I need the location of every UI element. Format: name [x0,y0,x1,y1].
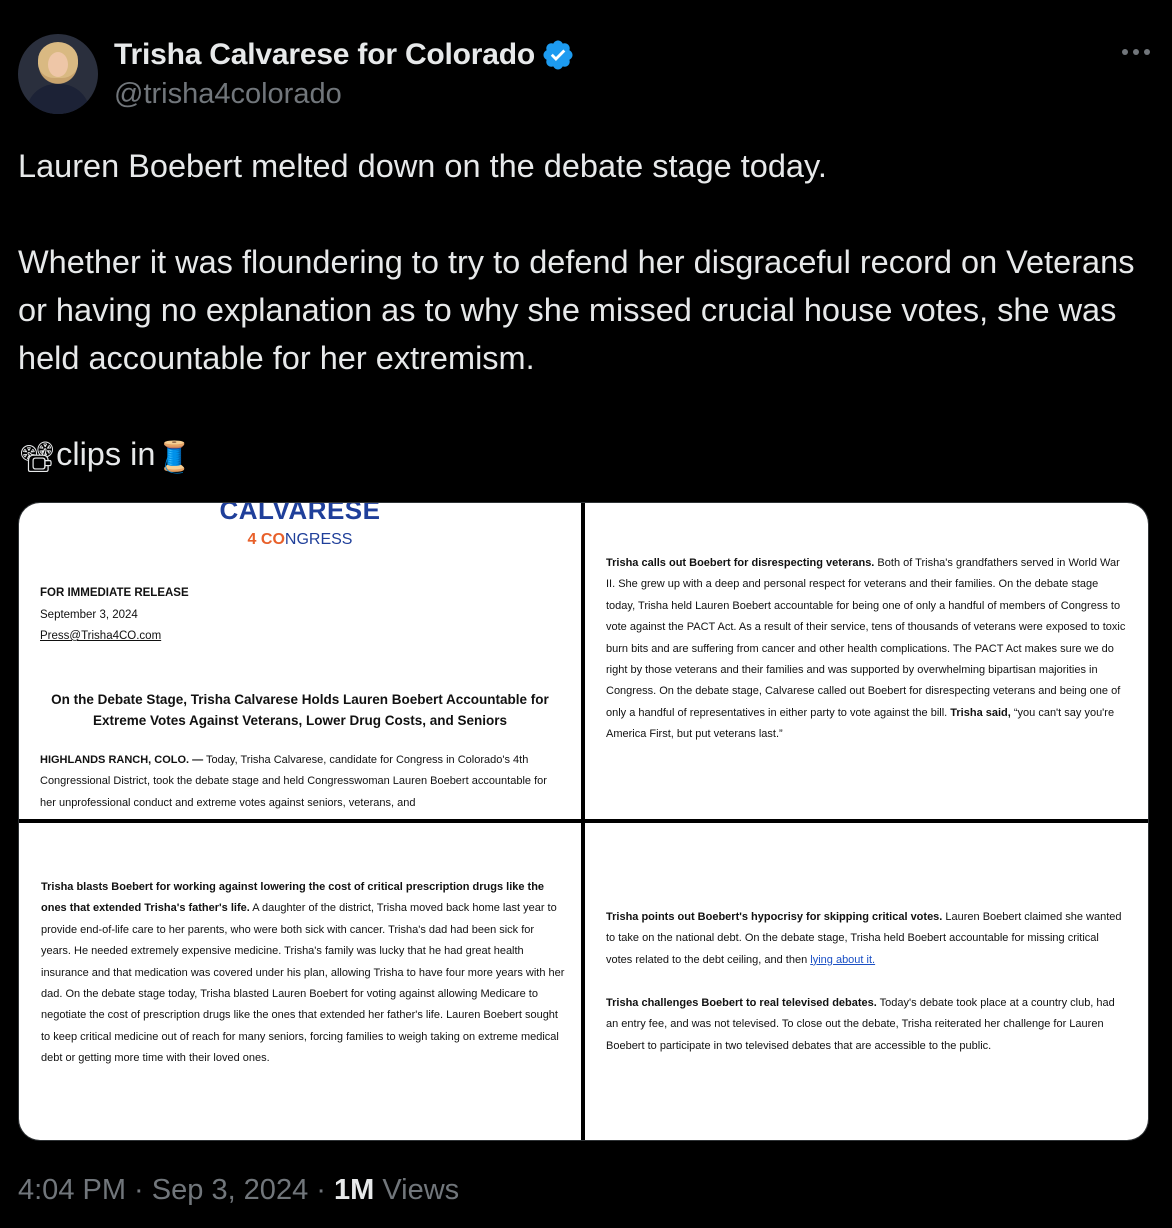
release-label: FOR IMMEDIATE RELEASE [40,587,189,599]
votes-paragraph: Trisha points out Boebert's hypocrisy fo… [606,911,1122,966]
media-image-3[interactable]: Trisha blasts Boebert for working agains… [19,823,581,1140]
media-grid: CALVARESE 4 CONGRESS FOR IMMEDIATE RELEA… [18,502,1149,1141]
author-name[interactable]: Trisha Calvarese for Colorado [114,38,535,72]
media-image-1[interactable]: CALVARESE 4 CONGRESS FOR IMMEDIATE RELEA… [19,503,581,819]
media-image-2[interactable]: Trisha calls out Boebert for disrespecti… [585,503,1148,819]
release-date: September 3, 2024 [40,609,138,621]
release-headline: On the Debate Stage, Trisha Calvarese Ho… [51,692,549,728]
tweet-header: Trisha Calvarese for Colorado @trisha4co… [18,34,1154,116]
tweet-text: Lauren Boebert melted down on the debate… [18,142,1154,482]
media-image-4[interactable]: Trisha points out Boebert's hypocrisy fo… [585,823,1148,1140]
veterans-paragraph: Trisha calls out Boebert for disrespecti… [606,557,1126,741]
author-handle[interactable]: @trisha4colorado [114,78,342,111]
calvarese-logo: CALVARESE [219,503,381,525]
tweet-meta: 4:04 PM · Sep 3, 2024 · 1M Views [18,1174,460,1206]
release-paragraph: HIGHLANDS RANCH, COLO. — Today, Trisha C… [40,754,547,809]
debates-paragraph: Trisha challenges Boebert to real televi… [606,997,1115,1052]
views-label: Views [374,1174,460,1206]
clips-label: clips in [56,436,156,472]
tweet-date[interactable]: Sep 3, 2024 [152,1174,308,1206]
congress-logo: 4 CONGRESS [247,531,353,548]
thread-icon: 🧵 [155,441,193,474]
verified-badge-icon [543,40,573,70]
drug-costs-paragraph: Trisha blasts Boebert for working agains… [41,881,565,1065]
author-name-row: Trisha Calvarese for Colorado [114,38,575,72]
lying-link: lying about it. [810,953,876,966]
tweet-body: Lauren Boebert melted down on the debate… [18,148,1135,376]
more-options-icon[interactable] [1122,42,1154,62]
avatar[interactable] [18,34,98,114]
press-email: Press@Trisha4CO.com [40,630,162,642]
tweet-time[interactable]: 4:04 PM [18,1174,126,1206]
film-projector-icon: 📽 [18,441,57,474]
views-count: 1M [333,1174,375,1206]
